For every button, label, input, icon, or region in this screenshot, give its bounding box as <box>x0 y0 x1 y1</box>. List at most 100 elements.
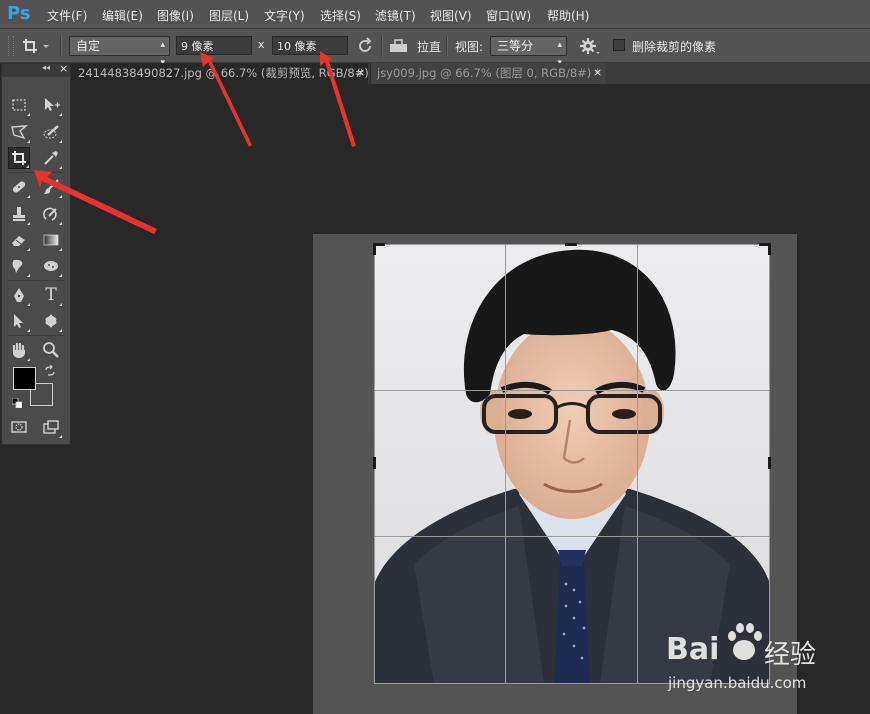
path-selection-tool[interactable] <box>8 310 30 332</box>
menu-file[interactable]: 文件(F) <box>47 7 87 24</box>
crop-settings-button[interactable] <box>578 36 600 56</box>
crop-handle-left[interactable] <box>373 457 376 469</box>
swap-dimensions-button[interactable] <box>355 36 375 56</box>
menu-type[interactable]: 文字(Y) <box>264 7 305 24</box>
crop-tool[interactable] <box>8 147 30 169</box>
watermark-url: jingyan.baidu.com <box>668 674 807 692</box>
rect-marquee-icon <box>12 99 26 111</box>
crop-width-input[interactable]: 9 像素 <box>176 36 252 55</box>
swap-arrows-icon <box>45 364 55 376</box>
marquee-tool[interactable] <box>8 94 30 116</box>
close-icon[interactable]: × <box>59 62 68 75</box>
toolbox-divider <box>8 172 64 173</box>
document-tab-active[interactable]: 24144838490827.jpg @ 66.7% (裁剪预览, RGB/8#… <box>72 63 368 84</box>
crop-handle-top[interactable] <box>565 243 577 246</box>
polygon-lasso-icon <box>11 125 28 140</box>
close-tab-icon[interactable]: × <box>593 63 602 83</box>
menu-layer[interactable]: 图层(L) <box>209 7 249 24</box>
crop-height-input[interactable]: 10 像素 <box>272 36 348 55</box>
default-colors-button[interactable] <box>11 397 23 409</box>
smudge-icon <box>12 259 23 273</box>
brush-icon <box>44 179 59 194</box>
delete-cropped-checkbox[interactable] <box>613 39 625 51</box>
overlay-view-value: 三等分 <box>497 39 534 53</box>
quick-select-icon <box>43 125 59 139</box>
quick-selection-tool[interactable] <box>40 121 62 143</box>
screen-mode-button[interactable] <box>40 416 62 438</box>
history-brush-tool[interactable] <box>40 203 62 225</box>
menu-view[interactable]: 视图(V) <box>430 7 472 24</box>
menu-edit[interactable]: 编辑(E) <box>102 7 143 24</box>
ratio-select[interactable]: 自定 ▴▾ <box>69 36 170 68</box>
crop-handle-top-right[interactable] <box>768 243 771 255</box>
menu-image[interactable]: 图像(I) <box>157 7 194 24</box>
hand-tool[interactable] <box>8 339 30 361</box>
gradient-tool[interactable] <box>40 229 62 251</box>
view-label: 视图: <box>455 40 484 54</box>
dimension-times-label: x <box>258 38 265 51</box>
straighten-label[interactable]: 拉直 <box>417 38 441 55</box>
brush-tool[interactable] <box>40 176 62 198</box>
close-tab-icon[interactable]: × <box>356 63 365 83</box>
quick-mask-icon <box>11 421 27 433</box>
custom-shape-tool[interactable] <box>40 310 62 332</box>
swap-colors-button[interactable] <box>44 364 56 377</box>
quick-mask-button[interactable] <box>8 416 30 438</box>
tool-preset-picker[interactable] <box>22 35 52 57</box>
grip-handle[interactable] <box>8 36 14 56</box>
options-bar: 自定 ▴▾ 9 像素 x 10 像素 拉直 视图: 三等分 ▴▾ <box>0 29 870 68</box>
menu-help[interactable]: 帮助(H) <box>547 7 589 24</box>
history-brush-icon <box>43 207 57 221</box>
zoom-tool[interactable] <box>40 339 62 361</box>
lasso-tool[interactable] <box>8 121 30 143</box>
rotate-icon <box>359 37 372 52</box>
zoom-icon <box>43 342 59 358</box>
baidu-jingyan-watermark: Bai 经验 jingyan.baidu.com <box>664 620 864 700</box>
separator <box>381 35 383 57</box>
default-colors-icon <box>11 397 23 409</box>
straighten-tool[interactable] <box>388 37 410 55</box>
watermark-brand-cn: 经验 <box>764 640 817 670</box>
eyedropper-tool[interactable] <box>40 147 62 169</box>
shape-icon <box>45 314 57 328</box>
tab-label: 24144838490827.jpg @ 66.7% (裁剪预览, RGB/8#… <box>78 66 368 80</box>
hand-icon <box>12 342 25 358</box>
menu-select[interactable]: 选择(S) <box>320 7 361 24</box>
overlay-view-select[interactable]: 三等分 ▴▾ <box>490 36 567 68</box>
screen-mode-icon <box>43 420 59 434</box>
stamp-icon <box>13 207 25 221</box>
collapse-icon[interactable]: ◂◂ <box>42 63 50 72</box>
crop-icon <box>23 39 49 53</box>
move-tool[interactable] <box>40 94 62 116</box>
dodge-tool[interactable] <box>40 255 62 277</box>
crop-handle-right[interactable] <box>768 457 771 469</box>
move-icon <box>45 98 60 111</box>
crop-box-border[interactable] <box>374 244 770 684</box>
gradient-icon <box>43 234 59 246</box>
app-logo: Ps <box>7 3 31 24</box>
blur-tool[interactable] <box>8 255 30 277</box>
eraser-tool[interactable] <box>8 229 30 251</box>
healing-brush-tool[interactable] <box>8 176 30 198</box>
toolbox-divider <box>8 335 64 336</box>
ratio-select-value: 自定 <box>76 39 101 53</box>
path-select-icon <box>14 314 23 328</box>
delete-cropped-label[interactable]: 删除裁剪的像素 <box>632 38 716 55</box>
clone-stamp-tool[interactable] <box>8 203 30 225</box>
crop-handle-top-left[interactable] <box>373 243 376 255</box>
separator <box>446 35 448 57</box>
document-tab-bar: 24144838490827.jpg @ 66.7% (裁剪预览, RGB/8#… <box>72 63 870 84</box>
pen-icon <box>14 288 24 302</box>
menu-window[interactable]: 窗口(W) <box>486 7 531 24</box>
toolbox-header[interactable]: ◂◂ × <box>2 62 70 77</box>
crop-preview-image <box>374 244 770 684</box>
tab-label: jsy009.jpg @ 66.7% (图层 0, RGB/8#) * <box>377 66 601 80</box>
separator <box>60 35 62 57</box>
toolbox-panel: ◂◂ × T <box>1 62 71 445</box>
menu-filter[interactable]: 滤镜(T) <box>375 7 416 24</box>
document-tab-inactive[interactable]: jsy009.jpg @ 66.7% (图层 0, RGB/8#) * × <box>370 63 606 84</box>
type-icon: T <box>45 285 57 305</box>
paw-icon <box>728 623 762 660</box>
pen-tool[interactable] <box>8 284 30 306</box>
type-tool[interactable]: T <box>40 284 62 306</box>
